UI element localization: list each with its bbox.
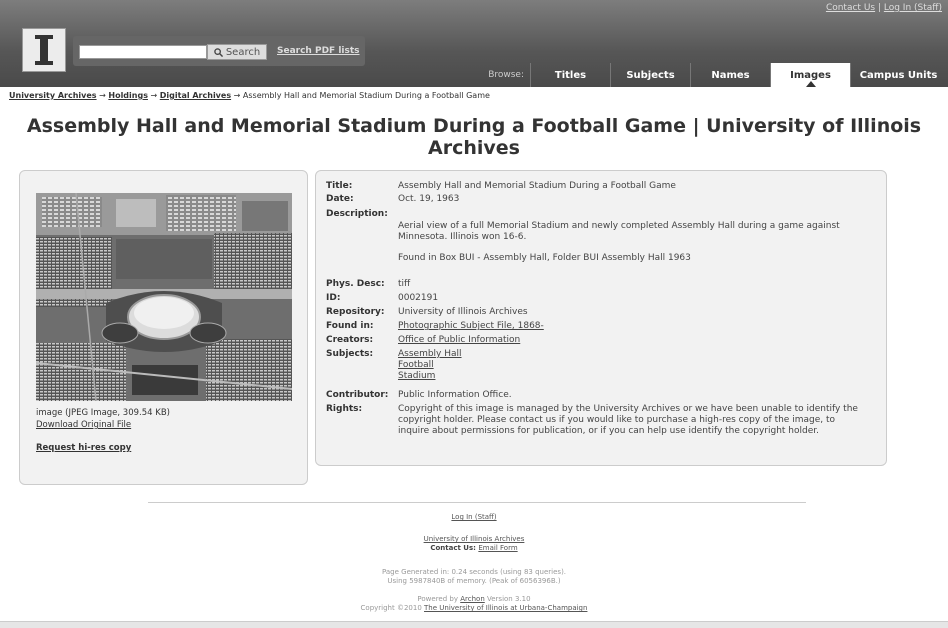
request-hires-link[interactable]: Request hi-res copy — [36, 443, 131, 453]
search-pdf-link[interactable]: Search PDF lists — [277, 46, 360, 56]
footer-powered: Powered by Archon Version 3.10 — [0, 595, 948, 604]
footer-generated: Page Generated in: 0.24 seconds (using 8… — [381, 568, 567, 576]
contributor-value: Public Information Office. — [398, 390, 512, 400]
breadcrumb-university-archives[interactable]: University Archives — [9, 91, 97, 100]
image-info: image (JPEG Image, 309.54 KB) Download O… — [36, 407, 170, 431]
breadcrumb-holdings[interactable]: Holdings — [108, 91, 148, 100]
footer-contact-label: Contact Us: — [430, 544, 476, 552]
date-value: Oct. 19, 1963 — [398, 194, 460, 204]
contributor-label: Contributor: — [326, 390, 389, 400]
tab-subjects[interactable]: Subjects — [610, 63, 690, 87]
search-bar: Search Search PDF lists — [73, 36, 365, 66]
breadcrumb: University Archives → Holdings → Digital… — [9, 91, 490, 100]
browse-label: Browse: — [488, 70, 524, 80]
image-file-info: image (JPEG Image, 309.54 KB) — [36, 408, 170, 418]
active-tab-caret-icon — [805, 81, 816, 87]
description-box-value: Found in Box BUI - Assembly Hall, Folder… — [398, 253, 691, 263]
description-label: Description: — [326, 209, 388, 219]
subject-link-stadium[interactable]: Stadium — [398, 371, 868, 382]
found-in-link[interactable]: Photographic Subject File, 1868- — [398, 321, 868, 332]
site-header: Contact Us | Log In (Staff) Search Searc… — [0, 0, 948, 87]
tab-names[interactable]: Names — [690, 63, 770, 87]
rights-value: Copyright of this image is managed by th… — [398, 404, 858, 436]
university-logo-icon[interactable] — [22, 28, 66, 72]
footer-divider — [148, 502, 806, 503]
footer-copyright: Copyright ©2010 The University of Illino… — [0, 604, 948, 613]
search-icon — [214, 47, 223, 57]
search-input[interactable] — [79, 45, 207, 59]
footer-email-form-link[interactable]: Email Form — [478, 544, 517, 552]
repository-value: University of Illinois Archives — [398, 307, 528, 317]
search-button[interactable]: Search — [207, 44, 267, 60]
search-button-label: Search — [225, 46, 261, 58]
footer-memory: Using 5987840B of memory. (Peak of 60563… — [387, 577, 561, 585]
id-value: 0002191 — [398, 293, 439, 303]
id-label: ID: — [326, 293, 341, 303]
tab-campus-units[interactable]: Campus Units — [850, 63, 946, 87]
subjects-label: Subjects: — [326, 349, 374, 359]
creators-link[interactable]: Office of Public Information — [398, 335, 868, 346]
login-link[interactable]: Log In (Staff) — [884, 3, 942, 13]
footer-login: Log In (Staff) — [0, 513, 948, 522]
footer-copyright-prefix: Copyright ©2010 — [360, 604, 422, 612]
page-title: Assembly Hall and Memorial Stadium Durin… — [26, 115, 922, 159]
title-label: Title: — [326, 181, 353, 191]
browse-nav: Browse: Titles Subjects Names Images Cam… — [478, 63, 946, 87]
footer-contact: Contact Us: Email Form — [0, 544, 948, 553]
subject-link-football[interactable]: Football — [398, 360, 868, 371]
image-panel: image (JPEG Image, 309.54 KB) Download O… — [19, 170, 308, 485]
contact-us-link[interactable]: Contact Us — [826, 3, 875, 13]
tab-images-label: Images — [790, 69, 831, 81]
record-details: Title: Assembly Hall and Memorial Stadiu… — [315, 170, 887, 466]
aerial-photo[interactable] — [36, 193, 292, 401]
footer-powered-prefix: Powered by — [417, 595, 458, 603]
date-label: Date: — [326, 194, 354, 204]
creators-label: Creators: — [326, 335, 374, 345]
footer-archives: University of Illinois Archives — [0, 535, 948, 544]
rights-label: Rights: — [326, 404, 363, 414]
top-links: Contact Us | Log In (Staff) — [825, 3, 942, 13]
footer-archon-link[interactable]: Archon — [460, 595, 485, 603]
footer-archives-link[interactable]: University of Illinois Archives — [424, 535, 525, 543]
description-value: Aerial view of a full Memorial Stadium a… — [398, 221, 840, 242]
tab-images[interactable]: Images — [770, 63, 850, 87]
breadcrumb-digital-archives[interactable]: Digital Archives — [160, 91, 231, 100]
footer-powered-suffix: Version 3.10 — [487, 595, 531, 603]
phys-desc-value: tiff — [398, 279, 411, 289]
repository-label: Repository: — [326, 307, 385, 317]
phys-desc-label: Phys. Desc: — [326, 279, 385, 289]
tab-titles[interactable]: Titles — [530, 63, 610, 87]
footer-university-link[interactable]: The University of Illinois at Urbana-Cha… — [424, 604, 587, 612]
title-value: Assembly Hall and Memorial Stadium Durin… — [398, 181, 676, 191]
breadcrumb-current: Assembly Hall and Memorial Stadium Durin… — [242, 91, 490, 100]
subject-link-assembly-hall[interactable]: Assembly Hall — [398, 349, 868, 360]
found-in-label: Found in: — [326, 321, 374, 331]
footer-login-link[interactable]: Log In (Staff) — [451, 513, 496, 521]
download-original-link[interactable]: Download Original File — [36, 420, 131, 430]
